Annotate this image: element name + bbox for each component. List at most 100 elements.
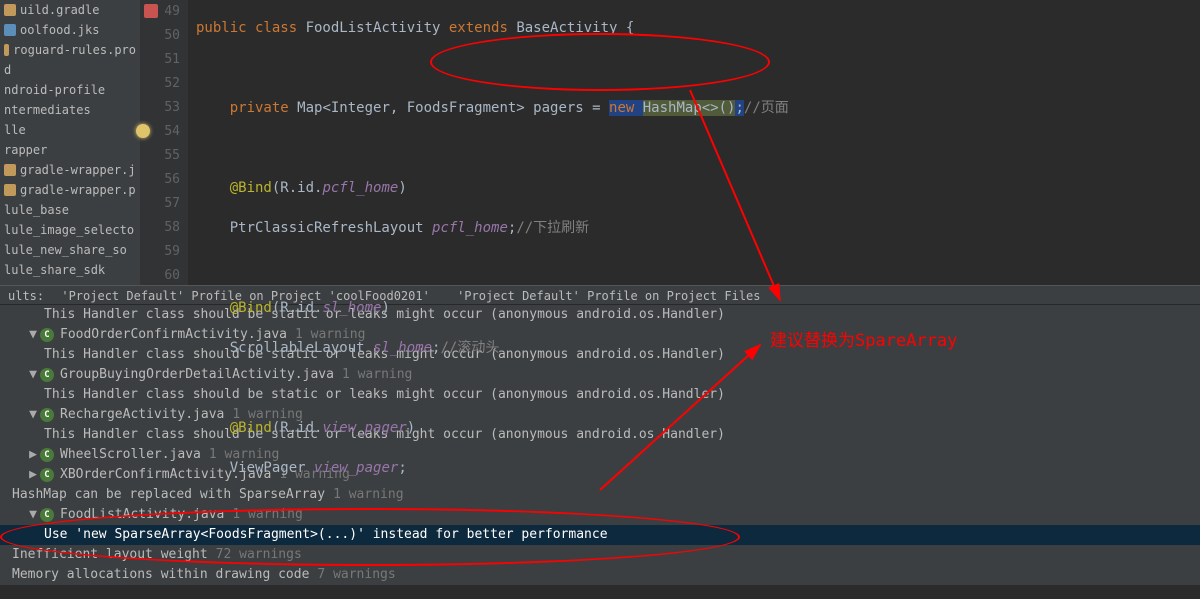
code-text: ScrollableLayout bbox=[230, 340, 373, 356]
class-icon: C bbox=[40, 468, 54, 482]
field-ref: sl_home bbox=[322, 300, 381, 316]
tree-item-label: roguard-rules.pro bbox=[13, 43, 136, 57]
keyword: public class bbox=[196, 20, 306, 36]
class-icon: C bbox=[40, 408, 54, 422]
tree-item[interactable]: uild.gradle bbox=[0, 0, 140, 20]
project-tree[interactable]: uild.gradle oolfood.jks roguard-rules.pr… bbox=[0, 0, 140, 285]
tree-item[interactable]: rapper bbox=[0, 140, 140, 160]
class-icon: C bbox=[40, 368, 54, 382]
class-name: FoodListActivity bbox=[306, 20, 449, 36]
tree-item-label: lule_base bbox=[4, 203, 69, 217]
tree-item-label: lle bbox=[4, 123, 26, 137]
code-text: Map<Integer, FoodsFragment> pagers = bbox=[297, 100, 609, 116]
code-text: ViewPager bbox=[230, 460, 314, 476]
chevron-right-icon[interactable]: ▶ bbox=[28, 466, 38, 484]
line-number: 57 bbox=[164, 196, 180, 211]
comment: //下拉刷新 bbox=[516, 220, 589, 236]
class-icon: C bbox=[40, 448, 54, 462]
code-area[interactable]: public class FoodListActivity extends Ba… bbox=[188, 0, 1200, 285]
keyword: new bbox=[609, 100, 643, 116]
tree-item-label: d bbox=[4, 63, 11, 77]
annotation: @Bind bbox=[230, 300, 272, 316]
tree-item[interactable]: ndroid-profile bbox=[0, 80, 140, 100]
result-category[interactable]: Inefficient layout weight 72 warnings bbox=[0, 545, 1200, 565]
field-name: sl_home bbox=[373, 340, 432, 356]
code-text: ) bbox=[381, 300, 389, 316]
tree-item-label: lule_image_selecto bbox=[4, 223, 134, 237]
field-ref: view_pager bbox=[322, 420, 406, 436]
chevron-down-icon[interactable]: ▼ bbox=[28, 506, 38, 524]
annotation-text: 建议替换为SpareArray bbox=[770, 326, 957, 351]
comment: //页面 bbox=[744, 100, 789, 116]
code-text: (R.id. bbox=[272, 180, 323, 196]
tree-item-label: oolfood.jks bbox=[20, 23, 99, 37]
line-number: 51 bbox=[164, 52, 180, 67]
result-text: Memory allocations within drawing code bbox=[12, 566, 309, 584]
chevron-down-icon[interactable]: ▼ bbox=[28, 406, 38, 424]
tree-item[interactable]: gradle-wrapper.p bbox=[0, 180, 140, 200]
tree-item[interactable]: oolfood.jks bbox=[0, 20, 140, 40]
tree-item[interactable]: lule_base bbox=[0, 200, 140, 220]
tree-item[interactable]: roguard-rules.pro bbox=[0, 40, 140, 60]
tree-item-label: uild.gradle bbox=[20, 3, 99, 17]
tree-item[interactable]: gradle-wrapper.j bbox=[0, 160, 140, 180]
line-number: 60 bbox=[164, 268, 180, 283]
code-text: (R.id. bbox=[272, 300, 323, 316]
code-text: ) bbox=[407, 420, 415, 436]
tree-item-label: gradle-wrapper.j bbox=[20, 163, 136, 177]
comment: //滚动头 bbox=[440, 340, 499, 356]
file-icon bbox=[4, 24, 16, 36]
line-number: 56 bbox=[164, 172, 180, 187]
tree-item-label: lule_share_sdk bbox=[4, 263, 105, 277]
field-ref: pcfl_home bbox=[322, 180, 398, 196]
result-message-selected[interactable]: Use 'new SparseArray<FoodsFragment>(...)… bbox=[0, 525, 1200, 545]
annotation: @Bind bbox=[230, 180, 272, 196]
tree-item-label: rapper bbox=[4, 143, 47, 157]
code-text: (R.id. bbox=[272, 420, 323, 436]
result-category[interactable]: Memory allocations within drawing code 7 … bbox=[0, 565, 1200, 585]
line-number: 59 bbox=[164, 244, 180, 259]
annotation: @Bind bbox=[230, 420, 272, 436]
tree-item-label: ndroid-profile bbox=[4, 83, 105, 97]
tree-item-label: ntermediates bbox=[4, 103, 91, 117]
code-text: HashMap<>() bbox=[643, 100, 736, 116]
gutter: 49 50 51 52 53 54 55 56 57 58 59 60 bbox=[140, 0, 188, 285]
code-text: PtrClassicRefreshLayout bbox=[230, 220, 432, 236]
tree-item[interactable]: lule_new_share_so bbox=[0, 240, 140, 260]
tree-item[interactable]: lule_share_sdk bbox=[0, 260, 140, 280]
result-filename: WheelScroller.java bbox=[60, 446, 201, 464]
file-icon bbox=[4, 184, 16, 196]
lightbulb-icon[interactable] bbox=[136, 124, 150, 138]
line-number: 58 bbox=[164, 220, 180, 235]
class-icon: C bbox=[40, 508, 54, 522]
tree-item-label: gradle-wrapper.p bbox=[20, 183, 136, 197]
class-icon: C bbox=[40, 328, 54, 342]
tree-item[interactable]: d bbox=[0, 60, 140, 80]
warning-count: 72 warnings bbox=[216, 546, 302, 564]
tree-item[interactable]: lle bbox=[0, 120, 140, 140]
file-icon bbox=[4, 4, 16, 16]
line-number: 52 bbox=[164, 76, 180, 91]
tree-item[interactable]: ntermediates bbox=[0, 100, 140, 120]
warning-count: 7 warnings bbox=[317, 566, 395, 584]
line-number: 50 bbox=[164, 28, 180, 43]
keyword: extends bbox=[449, 20, 516, 36]
code-text: BaseActivity { bbox=[516, 20, 634, 36]
field-name: view_pager bbox=[314, 460, 398, 476]
file-icon bbox=[4, 44, 9, 56]
chevron-right-icon[interactable]: ▶ bbox=[28, 446, 38, 464]
code-text: ; bbox=[735, 100, 743, 116]
chevron-down-icon[interactable]: ▼ bbox=[28, 326, 38, 344]
result-text: Use 'new SparseArray<FoodsFragment>(...)… bbox=[44, 526, 608, 544]
results-label: ults: bbox=[8, 289, 44, 303]
line-number: 53 bbox=[164, 100, 180, 115]
field-name: pcfl_home bbox=[432, 220, 508, 236]
file-icon bbox=[4, 164, 16, 176]
line-number: 55 bbox=[164, 148, 180, 163]
code-editor[interactable]: 49 50 51 52 53 54 55 56 57 58 59 60 publ… bbox=[140, 0, 1200, 285]
code-text: ) bbox=[398, 180, 406, 196]
code-text: ; bbox=[398, 460, 406, 476]
tree-item[interactable]: lule_image_selecto bbox=[0, 220, 140, 240]
chevron-down-icon[interactable]: ▼ bbox=[28, 366, 38, 384]
result-text: Inefficient layout weight bbox=[12, 546, 208, 564]
